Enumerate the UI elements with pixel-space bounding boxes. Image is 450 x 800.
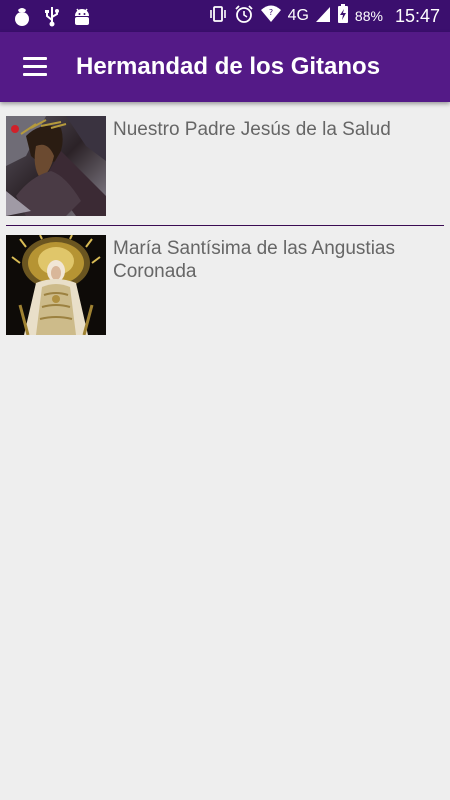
battery-percentage: 88%: [354, 8, 383, 24]
list-item-label: María Santísima de las Angustias Coronad…: [113, 238, 395, 282]
signal-icon: [315, 5, 331, 28]
list-item-jesus-salud[interactable]: Nuestro Padre Jesús de la Salud: [6, 116, 444, 216]
battery-charging-icon: [337, 3, 349, 29]
item-list: Nuestro Padre Jesús de la Salud María Sa…: [6, 116, 444, 335]
maria-angustias-image: [6, 235, 106, 335]
notification-bag-icon: [12, 5, 32, 32]
svg-text:?: ?: [268, 8, 272, 17]
vibrate-icon: [208, 4, 228, 29]
jesus-salud-image: [6, 116, 106, 216]
app-title: Hermandad de los Gitanos: [76, 53, 381, 80]
network-type: 4G: [287, 7, 309, 24]
alarm-icon: [234, 4, 254, 29]
list-divider: [6, 225, 444, 226]
clock: 15:47: [394, 5, 440, 26]
usb-icon: [42, 5, 62, 32]
status-bar: ? 4G 88% 15:47: [0, 0, 450, 32]
list-item-maria-angustias[interactable]: María Santísima de las Angustias Coronad…: [6, 235, 444, 335]
wifi-icon: ?: [260, 4, 282, 29]
android-icon: [72, 5, 92, 32]
hamburger-menu-icon[interactable]: [18, 53, 54, 81]
app-bar: Hermandad de los Gitanos: [0, 32, 450, 102]
list-item-label: Nuestro Padre Jesús de la Salud: [113, 119, 391, 140]
